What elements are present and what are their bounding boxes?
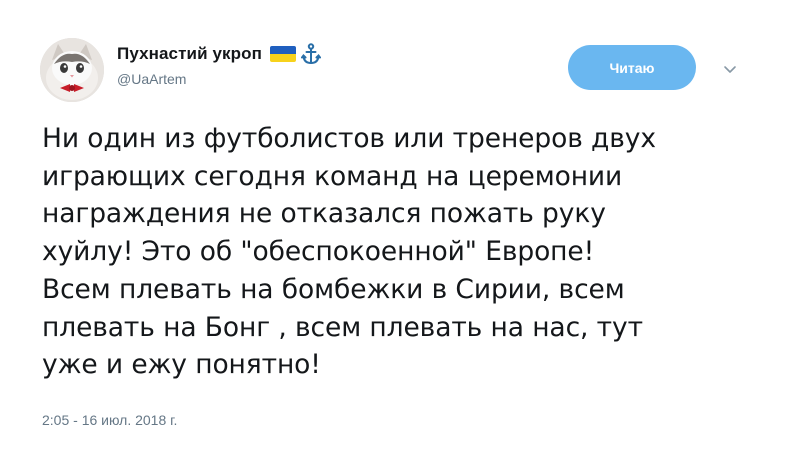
name-row: Пухнастий укроп bbox=[117, 42, 321, 66]
avatar[interactable] bbox=[40, 38, 104, 102]
tweet-text: Ни один из футболистов или тренеров двух… bbox=[42, 120, 762, 384]
author-block: Пухнастий укроп @UaArtem bbox=[117, 42, 321, 87]
display-name[interactable]: Пухнастий укроп bbox=[117, 44, 262, 64]
more-options-chevron-down-icon[interactable] bbox=[719, 60, 741, 78]
following-button[interactable]: Читаю bbox=[568, 45, 696, 90]
tweet-text-line: уже и ежу понятно! bbox=[42, 349, 321, 381]
tweet-text-line: играющих сегодня команд на церемонии bbox=[42, 160, 623, 192]
user-handle[interactable]: @UaArtem bbox=[117, 71, 321, 87]
tweet-text-line: награждения не отказался пожать руку bbox=[42, 198, 606, 230]
tweet-text-line: Всем плевать на бомбежки в Сирии, всем bbox=[42, 273, 625, 305]
tweet-text-line: хуйлу! Это об "обеспокоенной" Европе! bbox=[42, 236, 595, 268]
tweet-text-line: Ни один из футболистов или тренеров двух bbox=[42, 123, 656, 154]
anchor-icon bbox=[300, 43, 321, 65]
tweet-text-line: плевать на Бонг , всем плевать на нас, т… bbox=[42, 311, 643, 343]
ukraine-flag-icon bbox=[269, 46, 296, 62]
tweet-card: Пухнастий укроп @UaArtem Читаю Ни один и… bbox=[0, 0, 785, 451]
cat-avatar-image bbox=[40, 38, 104, 102]
tweet-timestamp[interactable]: 2:05 - 16 июл. 2018 г. bbox=[42, 412, 177, 428]
